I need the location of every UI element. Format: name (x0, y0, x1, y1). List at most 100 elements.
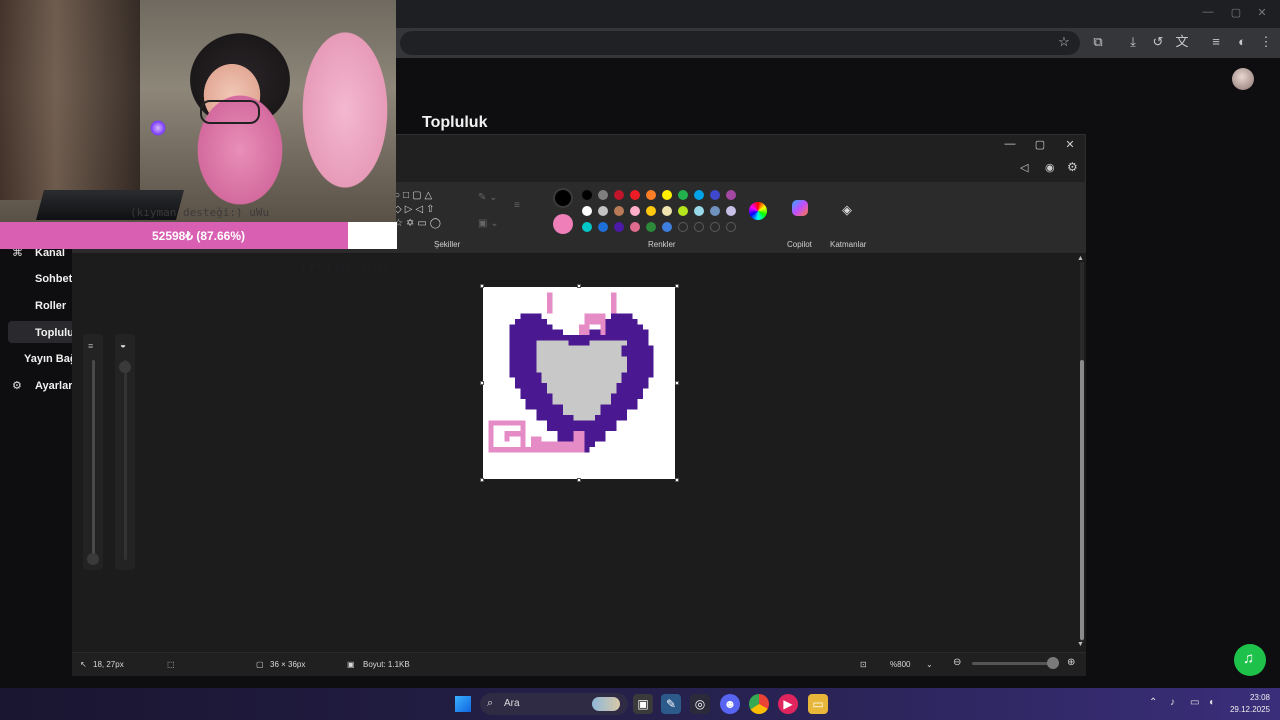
palette-swatch[interactable] (662, 222, 672, 232)
discord-app-icon[interactable]: ☻ (720, 694, 740, 714)
palette-swatch[interactable] (726, 190, 736, 200)
palette-swatch[interactable] (582, 206, 592, 216)
palette-swatch[interactable] (694, 190, 704, 200)
task-view-icon[interactable]: ▣ (633, 694, 653, 714)
secondary-color[interactable] (553, 214, 573, 234)
paint-app-icon[interactable]: ✎ (661, 694, 681, 714)
palette-swatch[interactable] (630, 222, 640, 232)
palette-swatch[interactable] (614, 190, 624, 200)
opacity-thumb[interactable] (119, 361, 131, 373)
palette-swatch[interactable] (726, 206, 736, 216)
palette-swatch[interactable] (726, 222, 736, 232)
address-bar[interactable] (400, 31, 1080, 55)
paint-maximize-icon[interactable]: ▢ (1031, 138, 1049, 152)
palette-swatch[interactable] (678, 190, 688, 200)
resize-handle-s[interactable] (577, 478, 581, 482)
reading-list-icon[interactable]: ≡ (1208, 34, 1224, 50)
translate-icon[interactable]: 文 (1174, 34, 1190, 50)
paint-minimize-icon[interactable]: — (1001, 138, 1019, 152)
drawing-canvas[interactable] (483, 287, 675, 479)
settings-icon[interactable]: ⚙ (1067, 160, 1078, 174)
windows-start-icon[interactable] (455, 696, 471, 712)
resize-handle-sw[interactable] (480, 478, 484, 482)
download-icon[interactable]: ⤓ (1125, 34, 1141, 50)
menu-icon[interactable]: ⋮ (1258, 34, 1274, 50)
history-icon[interactable]: ↺ (1150, 34, 1166, 50)
palette-swatch[interactable] (646, 190, 656, 200)
zoom-out-icon[interactable]: ⊖ (953, 657, 961, 668)
scroll-up-icon[interactable]: ▲ (1077, 255, 1084, 262)
chrome-app-icon[interactable] (749, 694, 769, 714)
palette-swatch[interactable] (678, 222, 688, 232)
volume-icon[interactable]: ◖ (1208, 697, 1214, 708)
paint-close-icon[interactable]: ✕ (1061, 138, 1079, 152)
file-explorer-icon[interactable]: ▭ (808, 694, 828, 714)
sidebar-item-sohbet[interactable]: Sohbet (35, 273, 72, 285)
fill-icon[interactable]: ▣ ⌄ (478, 218, 499, 229)
palette-swatch[interactable] (710, 206, 720, 216)
resize-handle-nw[interactable] (480, 284, 484, 288)
palette-swatch[interactable] (614, 206, 624, 216)
brush-size-icon[interactable]: ≡ (514, 200, 520, 211)
resize-handle-n[interactable] (577, 284, 581, 288)
close-icon[interactable]: ✕ (1254, 6, 1270, 20)
palette-swatch[interactable] (598, 222, 608, 232)
palette-swatch[interactable] (694, 206, 704, 216)
minimize-icon[interactable]: — (1200, 6, 1216, 20)
scroll-down-icon[interactable]: ▼ (1077, 641, 1084, 648)
resize-handle-e[interactable] (675, 381, 679, 385)
brush-size-thumb[interactable] (87, 553, 99, 565)
extensions-icon[interactable]: ⧉ (1090, 34, 1106, 50)
copilot-icon[interactable] (792, 200, 808, 216)
palette-swatch[interactable] (678, 206, 688, 216)
avatar[interactable] (1232, 68, 1254, 90)
taskbar-search[interactable]: ⌕ Ara (480, 693, 628, 715)
tray-chevron-icon[interactable]: ⌃ (1149, 697, 1157, 708)
profile-icon[interactable]: ◐ (1234, 34, 1250, 50)
zoom-in-icon[interactable]: ⊕ (1067, 657, 1075, 668)
palette-swatch[interactable] (614, 222, 624, 232)
palette-swatch[interactable] (630, 206, 640, 216)
palette-swatch[interactable] (662, 206, 672, 216)
microphone-icon[interactable]: ♪ (1170, 697, 1175, 708)
resize-handle-ne[interactable] (675, 284, 679, 288)
scrollbar-thumb[interactable] (1080, 360, 1084, 640)
sidebar-item-ayarlar[interactable]: Ayarlar (35, 380, 73, 392)
display-icon[interactable]: ▭ (1190, 697, 1199, 708)
share-icon[interactable]: ◁ (1020, 161, 1028, 174)
media-app-icon[interactable]: ▶ (778, 694, 798, 714)
clock-time[interactable]: 23:08 (1246, 693, 1270, 702)
obs-app-icon[interactable]: ◎ (690, 694, 710, 714)
bookmark-star-icon[interactable]: ☆ (1056, 34, 1072, 50)
chevron-down-icon[interactable]: ⌄ (926, 660, 933, 669)
fit-view-icon[interactable]: ⊡ (860, 660, 867, 669)
palette-swatch[interactable] (694, 222, 704, 232)
palette-swatch[interactable] (598, 206, 608, 216)
palette-swatch[interactable] (646, 206, 656, 216)
palette-swatch[interactable] (630, 190, 640, 200)
palette-swatch[interactable] (582, 190, 592, 200)
sidebar-item-topluluk[interactable]: Toplulu (35, 327, 74, 339)
zoom-dropdown[interactable]: %800 (890, 660, 910, 669)
palette-swatch[interactable] (662, 190, 672, 200)
account-icon[interactable]: ◉ (1045, 161, 1055, 174)
layers-icon[interactable]: ◈ (842, 202, 852, 218)
zoom-slider-thumb[interactable] (1047, 657, 1059, 669)
outline-icon[interactable]: ✎ ⌄ (478, 192, 498, 203)
primary-color[interactable] (553, 188, 573, 208)
resize-handle-w[interactable] (480, 381, 484, 385)
palette-swatch[interactable] (710, 190, 720, 200)
sidebar-item-yayin-baglantilari[interactable]: Yayın Bağ (24, 353, 77, 365)
support-chat-button[interactable]: ♫ (1234, 644, 1266, 676)
palette-swatch[interactable] (598, 190, 608, 200)
edit-colors-icon[interactable] (749, 202, 767, 220)
palette-swatch[interactable] (582, 222, 592, 232)
shapes-gallery[interactable]: ○□▢△ ◇▷◁⇧ ☆✡▭◯ (394, 189, 464, 231)
sidebar-item-roller[interactable]: Roller (35, 300, 66, 312)
resize-handle-se[interactable] (675, 478, 679, 482)
palette-swatch[interactable] (646, 222, 656, 232)
zoom-slider[interactable] (972, 662, 1056, 665)
maximize-icon[interactable]: ▢ (1228, 6, 1244, 20)
palette-swatch[interactable] (710, 222, 720, 232)
clock-date[interactable]: 29.12.2025 (1226, 705, 1270, 714)
